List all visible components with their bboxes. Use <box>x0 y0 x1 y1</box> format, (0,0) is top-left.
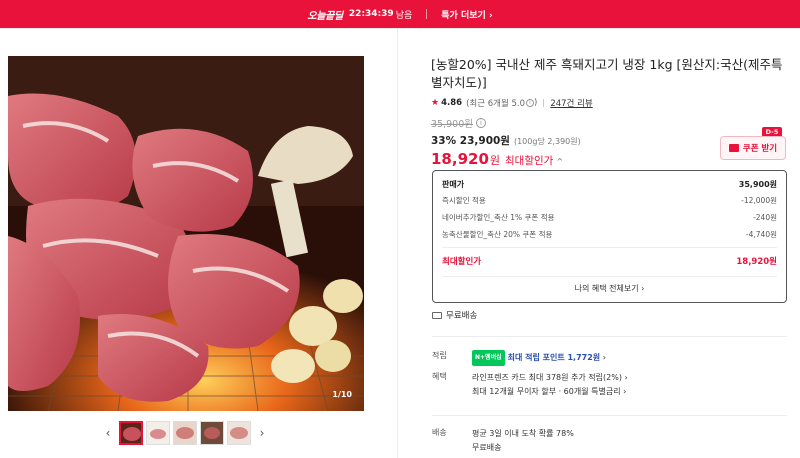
coupon-button[interactable]: 쿠폰 받기 <box>720 136 786 160</box>
info-icon[interactable]: i <box>475 118 486 128</box>
info-icon[interactable]: i <box>526 99 534 107</box>
installment-benefit-text: 최대 12개월 무이자 할부 · 60개월 특별금리 <box>472 387 621 396</box>
installment-benefit-link[interactable]: 최대 12개월 무이자 할부 · 60개월 특별금리 › <box>472 385 772 399</box>
max-discount-total-value: 18,920원 <box>736 257 777 267</box>
thumbnail-strip: ‹ › <box>100 420 275 446</box>
max-discount-currency: 원 <box>489 154 501 167</box>
rating-divider <box>543 99 545 107</box>
delivery-key: 배송 <box>432 428 447 437</box>
price-row-label: 판매가 <box>442 179 465 189</box>
coupon-label: 쿠폰 받기 <box>742 144 778 154</box>
chevron-right-icon: › <box>641 284 645 293</box>
points-text: 최대 적립 포인트 1,772원 <box>507 353 601 362</box>
truck-icon <box>432 311 442 319</box>
chevron-right-icon: › <box>488 10 493 21</box>
product-title: [농할20%] 국내산 제주 흑돼지고기 냉장 1kg [원산지:국산(제주특별… <box>431 57 783 90</box>
rating-row: ★ 4.86 (최근 6개월 5.0 i ) 247건 리뷰 <box>431 97 791 109</box>
header-divider <box>0 28 800 29</box>
chevron-up-icon[interactable]: ^ <box>556 157 563 166</box>
all-benefits-label: 나의 혜택 전체보기 <box>574 284 639 293</box>
product-main-image[interactable]: 1/10 <box>8 56 364 411</box>
delivery-fee: 무료배송 <box>472 443 502 452</box>
original-price-row: 35,900원 i <box>431 116 791 130</box>
column-divider <box>397 28 398 458</box>
max-discount-price: 18,920 <box>431 150 489 168</box>
thumbnail-1[interactable] <box>119 421 143 445</box>
points-key: 적립 <box>432 351 447 360</box>
divider <box>442 247 777 248</box>
price-row-label: 네이버추가할인_축산 1% 쿠폰 적용 <box>442 213 555 222</box>
banner-divider <box>426 9 428 19</box>
points-row: 적립 N+멤버십 최대 적립 포인트 1,772원 › <box>432 350 787 366</box>
delivery-row: 배송 평균 3일 이내 도착 확률 78% 무료배송 <box>432 427 787 457</box>
unit-price: (100g당 2,390원) <box>513 137 581 146</box>
points-link[interactable]: N+멤버십 최대 적립 포인트 1,772원 › <box>472 350 772 366</box>
card-benefit-link[interactable]: 라인프렌즈 카드 최대 378원 추가 적립(2%) › <box>472 371 772 385</box>
price-row: 농축산물할인_축산 20% 쿠폰 적용 -4,740원 <box>442 226 777 243</box>
all-benefits-button[interactable]: 나의 혜택 전체보기 › <box>442 277 777 301</box>
price-row-value: 35,900원 <box>738 179 777 189</box>
price-row-value: -4,740원 <box>745 230 777 239</box>
original-price: 35,900원 <box>431 119 473 130</box>
thumbnail-4[interactable] <box>200 421 224 445</box>
deal-countdown: 22:34:39 <box>348 9 394 19</box>
price-row-value: -240원 <box>753 213 777 222</box>
benefits-key: 혜택 <box>432 372 447 381</box>
divider <box>432 415 787 416</box>
countdown-suffix: 남음 <box>395 10 413 21</box>
image-counter: 1/10 <box>332 390 352 399</box>
deal-banner: 오늘끝딜 22:34:39 남음 특가 더보기 › <box>0 0 800 28</box>
max-discount-total-row: 최대할인가 18,920원 <box>442 250 777 272</box>
coupon-icon <box>728 144 739 152</box>
rating-score: 4.86 <box>441 98 463 108</box>
price-row: 네이버추가할인_축산 1% 쿠폰 적용 -240원 <box>442 209 777 226</box>
price-row-label: 농축산물할인_축산 20% 쿠폰 적용 <box>442 230 553 239</box>
thumbnail-2[interactable] <box>146 421 170 445</box>
chevron-right-icon: › <box>602 353 606 362</box>
thumb-next-button[interactable]: › <box>254 426 270 440</box>
card-benefit-text: 라인프렌즈 카드 최대 378원 추가 적립(2%) <box>472 373 622 382</box>
price-breakdown: 판매가 35,900원 즉시할인 적용 -12,000원 네이버추가할인_축산 … <box>432 170 787 303</box>
thumb-prev-button[interactable]: ‹ <box>100 426 116 440</box>
thumbnail-5[interactable] <box>227 421 251 445</box>
price-row: 즉시할인 적용 -12,000원 <box>442 192 777 209</box>
thumbnail-3[interactable] <box>173 421 197 445</box>
star-icon: ★ <box>431 98 440 108</box>
divider <box>432 336 787 337</box>
membership-badge: N+멤버십 <box>472 350 505 366</box>
deal-logo: 오늘끝딜 <box>307 10 343 22</box>
more-deals-label: 특가 더보기 <box>441 10 486 21</box>
free-shipping-badge: 무료배송 <box>432 309 477 321</box>
max-discount-label: 최대할인가 <box>505 155 554 167</box>
chevron-right-icon: › <box>623 387 627 396</box>
price-row-value: -12,000원 <box>741 196 777 205</box>
max-discount-total-label: 최대할인가 <box>442 257 482 267</box>
rating-recent-close: ) <box>534 98 538 108</box>
chevron-right-icon: › <box>624 373 628 382</box>
benefits-row: 혜택 라인프렌즈 카드 최대 378원 추가 적립(2%) › 최대 12개월 … <box>432 371 787 401</box>
rating-recent: (최근 6개월 5.0 <box>466 99 525 109</box>
price-row: 판매가 35,900원 <box>442 176 777 192</box>
delivery-estimate: 평균 3일 이내 도착 확률 78% <box>472 429 574 438</box>
price-row-label: 즉시할인 적용 <box>442 196 486 205</box>
reviews-link[interactable]: 247건 리뷰 <box>550 97 592 109</box>
free-shipping-label: 무료배송 <box>446 311 478 321</box>
more-deals-link[interactable]: 특가 더보기 › <box>441 8 492 21</box>
sale-price: 33% 23,900원 <box>431 135 510 147</box>
